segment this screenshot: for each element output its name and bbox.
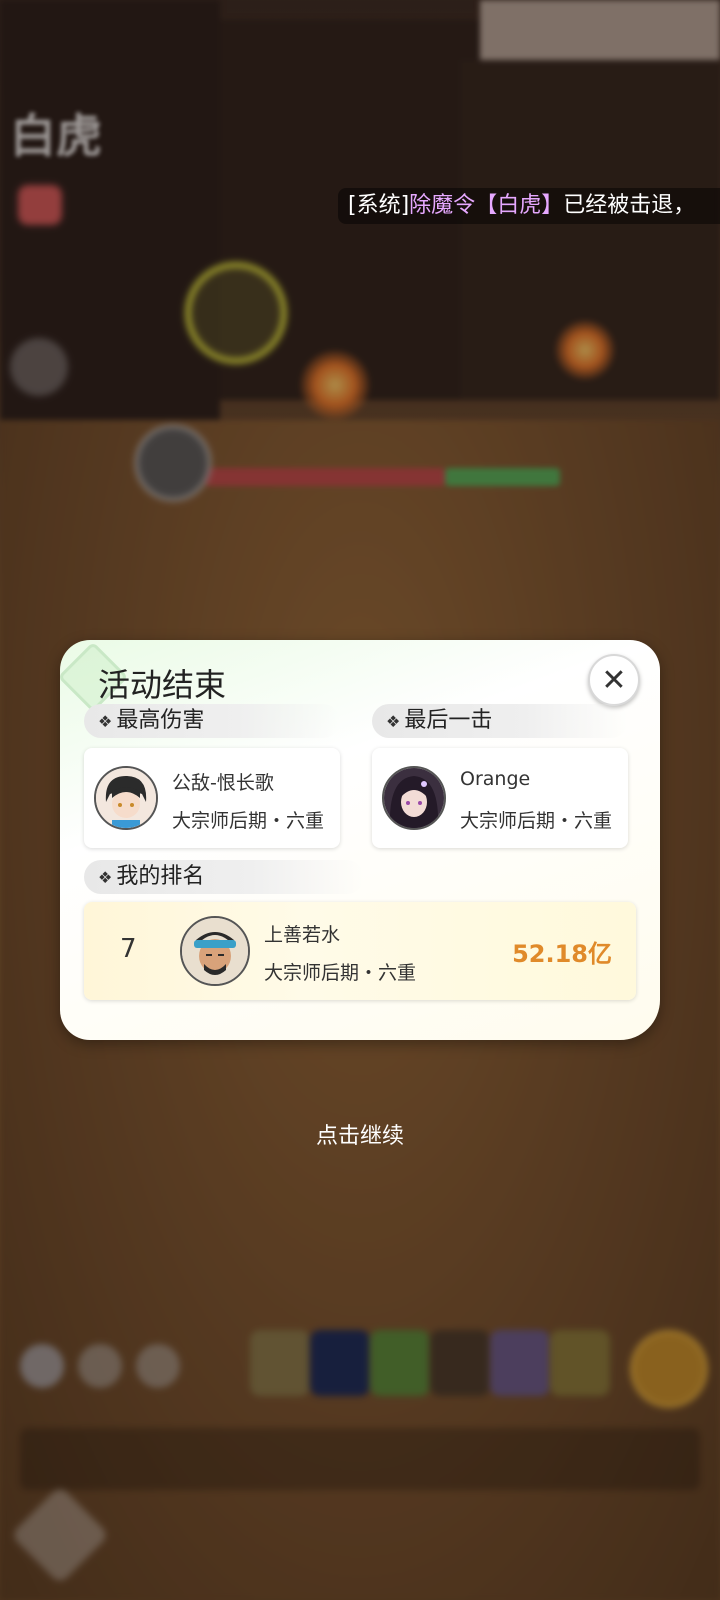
player-name: Orange — [460, 768, 531, 790]
system-prefix: [系统] — [348, 193, 410, 218]
close-button[interactable]: ✕ — [588, 654, 640, 706]
event-result-panel: 活动结束 ✕ ❖ 最高伤害 公敌-恨长歌 大宗师后期・六重 ❖ 最后一击 Ora… — [57, 640, 660, 1040]
sparkle-icon: ❖ — [386, 712, 401, 731]
player-portrait-icon — [96, 768, 156, 828]
system-bracket-close: 】 — [541, 193, 564, 218]
top-damage-header: ❖ 最高伤害 — [84, 704, 340, 738]
close-icon: ✕ — [601, 662, 627, 698]
player-name: 上善若水 — [264, 924, 341, 946]
player-realm: 大宗师后期・六重 — [172, 810, 325, 832]
player-realm: 大宗师后期・六重 — [264, 962, 417, 984]
top-damage-header-label: 最高伤害 — [116, 708, 205, 733]
avatar — [180, 916, 250, 986]
tap-to-continue[interactable]: 点击继续 — [0, 1118, 720, 1150]
last-hit-header-label: 最后一击 — [404, 708, 493, 733]
player-realm: 大宗师后期・六重 — [460, 810, 613, 832]
boss-name-label: 白虎 — [10, 109, 102, 163]
rank-number: 7 — [120, 934, 137, 964]
avatar — [382, 766, 446, 830]
system-suffix: 已经被击退， — [563, 193, 696, 218]
system-bracket-open: 【 — [475, 193, 498, 218]
system-item: 除魔令 — [409, 193, 476, 218]
my-ranking-card[interactable]: 7 上善若水 大宗师后期・六重 52.18亿 — [84, 902, 636, 1000]
player-portrait-icon — [182, 918, 248, 984]
sparkle-icon: ❖ — [98, 712, 113, 731]
my-ranking-header-label: 我的排名 — [116, 864, 205, 889]
sparkle-icon: ❖ — [98, 868, 113, 887]
last-hit-header: ❖ 最后一击 — [372, 704, 628, 738]
top-damage-card[interactable]: 公敌-恨长歌 大宗师后期・六重 — [84, 748, 340, 848]
my-ranking-header: ❖ 我的排名 — [84, 860, 364, 894]
avatar — [94, 766, 158, 830]
player-portrait-icon — [384, 768, 444, 828]
player-name: 公敌-恨长歌 — [172, 772, 274, 794]
panel-title: 活动结束 — [98, 666, 227, 704]
damage-score: 52.18亿 — [512, 940, 612, 968]
system-message: [系统]除魔令【白虎】已经被击退， — [338, 188, 720, 224]
system-boss: 白虎 — [497, 193, 542, 218]
last-hit-card[interactable]: Orange 大宗师后期・六重 — [372, 748, 628, 848]
